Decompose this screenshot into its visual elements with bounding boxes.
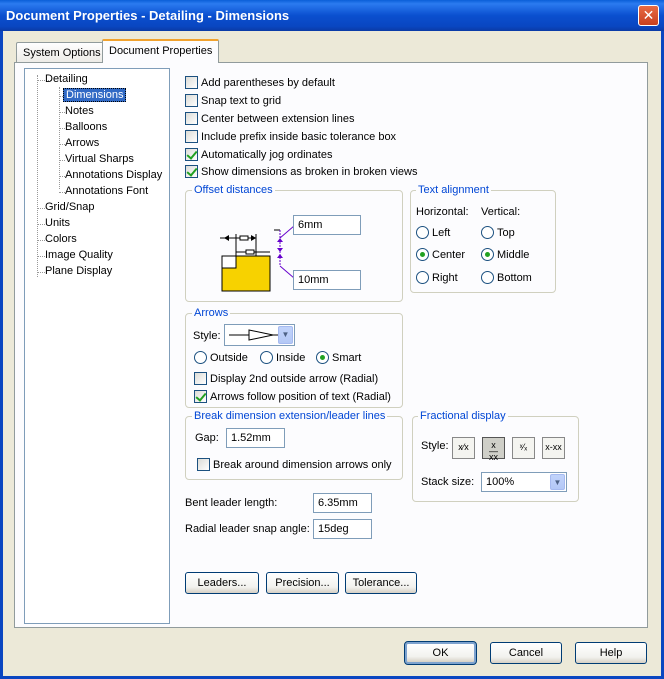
title-bar: Document Properties - Detailing - Dimens… bbox=[0, 0, 664, 31]
chevron-down-icon[interactable]: ▼ bbox=[278, 326, 293, 344]
tree-item-image-quality[interactable]: Image Quality bbox=[45, 249, 113, 261]
checkbox-box bbox=[185, 76, 198, 89]
arrows-follow-text-checkbox[interactable]: Arrows follow position of text (Radial) bbox=[194, 390, 391, 403]
checkbox-box bbox=[185, 148, 198, 161]
tree-item-arrows[interactable]: Arrows bbox=[65, 137, 99, 149]
fractional-display-title: Fractional display bbox=[418, 410, 508, 422]
auto-jog-checkbox[interactable]: Automatically jog ordinates bbox=[185, 148, 332, 161]
radial-snap-input[interactable]: 15deg bbox=[313, 519, 372, 539]
fraction-style-none-button[interactable]: x-xx bbox=[542, 437, 565, 459]
precision-button[interactable]: Precision... bbox=[266, 572, 339, 594]
bent-leader-input[interactable]: 6.35mm bbox=[313, 493, 372, 513]
fraction-style-label: Style: bbox=[421, 440, 449, 452]
checkbox-box bbox=[185, 94, 198, 107]
align-right-radio[interactable]: Right bbox=[416, 271, 458, 284]
break-around-arrows-checkbox[interactable]: Break around dimension arrows only bbox=[197, 458, 392, 471]
help-button[interactable]: Help bbox=[575, 642, 647, 664]
valign-bottom-radio[interactable]: Bottom bbox=[481, 271, 532, 284]
leaders-button[interactable]: Leaders... bbox=[185, 572, 259, 594]
show-broken-checkbox[interactable]: Show dimensions as broken in broken view… bbox=[185, 165, 417, 178]
arrow-style-combo[interactable]: ▼ bbox=[224, 324, 295, 346]
window-title: Document Properties - Detailing - Dimens… bbox=[6, 8, 290, 23]
align-center-radio[interactable]: Center bbox=[416, 248, 465, 261]
tree-item-balloons[interactable]: Balloons bbox=[65, 121, 107, 133]
stack-size-label: Stack size: bbox=[421, 476, 475, 488]
close-icon: ✕ bbox=[642, 7, 655, 23]
tree-item-detailing[interactable]: Detailing bbox=[45, 73, 88, 85]
radio-circle bbox=[416, 226, 429, 239]
radial-snap-label: Radial leader snap angle: bbox=[185, 523, 310, 535]
checkbox-box bbox=[185, 130, 198, 143]
arrow-style-label: Style: bbox=[193, 330, 221, 342]
radio-circle bbox=[416, 248, 429, 261]
stack-size-value: 100% bbox=[486, 476, 515, 488]
radio-circle bbox=[316, 351, 329, 364]
tolerance-button[interactable]: Tolerance... bbox=[345, 572, 417, 594]
tree-item-virtual-sharps[interactable]: Virtual Sharps bbox=[65, 153, 134, 165]
fraction-style-diagonal-button[interactable]: ˣ⁄ₓ bbox=[512, 437, 535, 459]
radio-circle bbox=[194, 351, 207, 364]
align-left-radio[interactable]: Left bbox=[416, 226, 450, 239]
tab-system-options[interactable]: System Options bbox=[16, 42, 108, 63]
radio-circle bbox=[260, 351, 273, 364]
tree-item-notes[interactable]: Notes bbox=[65, 105, 94, 117]
radio-circle bbox=[481, 248, 494, 261]
checkbox-box bbox=[185, 165, 198, 178]
tree-item-plane-display[interactable]: Plane Display bbox=[45, 265, 112, 277]
add-parentheses-checkbox[interactable]: Add parentheses by default bbox=[185, 76, 335, 89]
tree-item-units[interactable]: Units bbox=[45, 217, 70, 229]
stack-size-select[interactable]: 100% ▼ bbox=[481, 472, 567, 492]
offset-top-input[interactable]: 6mm bbox=[293, 215, 361, 235]
include-prefix-checkbox[interactable]: Include prefix inside basic tolerance bo… bbox=[185, 130, 396, 143]
vertical-label: Vertical: bbox=[481, 206, 521, 218]
display-2nd-arrow-checkbox[interactable]: Display 2nd outside arrow (Radial) bbox=[194, 372, 378, 385]
close-button[interactable]: ✕ bbox=[638, 5, 659, 26]
arrows-title: Arrows bbox=[192, 307, 231, 319]
arrow-outside-radio[interactable]: Outside bbox=[194, 351, 248, 364]
fraction-stacked-icon: x — xx bbox=[489, 440, 498, 462]
offset-diagram bbox=[220, 225, 294, 292]
gap-input[interactable]: 1.52mm bbox=[226, 428, 285, 448]
checkbox-box bbox=[194, 372, 207, 385]
tree-item-annotations-font[interactable]: Annotations Font bbox=[65, 185, 148, 197]
radio-circle bbox=[481, 271, 494, 284]
tree-item-colors[interactable]: Colors bbox=[45, 233, 77, 245]
options-tree[interactable]: Detailing Dimensions Notes Balloons Arro… bbox=[24, 68, 170, 624]
fraction-slash-icon: x⁄x bbox=[458, 442, 469, 452]
tab-label: Document Properties bbox=[109, 45, 213, 57]
arrow-smart-radio[interactable]: Smart bbox=[316, 351, 361, 364]
checkbox-box bbox=[197, 458, 210, 471]
fraction-none-icon: x-xx bbox=[545, 442, 562, 452]
break-dimension-title: Break dimension extension/leader lines bbox=[192, 410, 388, 422]
arrow-inside-radio[interactable]: Inside bbox=[260, 351, 305, 364]
horizontal-label: Horizontal: bbox=[416, 206, 469, 218]
tab-document-properties[interactable]: Document Properties bbox=[102, 39, 220, 63]
tree-item-grid-snap[interactable]: Grid/Snap bbox=[45, 201, 95, 213]
chevron-down-icon[interactable]: ▼ bbox=[550, 474, 565, 490]
tree-item-dimensions[interactable]: Dimensions bbox=[63, 88, 127, 102]
tab-label: System Options bbox=[23, 47, 101, 59]
text-alignment-title: Text alignment bbox=[416, 184, 491, 196]
fraction-diagonal-icon: ˣ⁄ₓ bbox=[519, 442, 528, 452]
tree-item-annotations-display[interactable]: Annotations Display bbox=[65, 169, 162, 181]
snap-text-checkbox[interactable]: Snap text to grid bbox=[185, 94, 281, 107]
offset-bottom-input[interactable]: 10mm bbox=[293, 270, 361, 290]
arrow-style-icon bbox=[229, 329, 279, 341]
checkbox-box bbox=[185, 112, 198, 125]
valign-top-radio[interactable]: Top bbox=[481, 226, 515, 239]
radio-circle bbox=[416, 271, 429, 284]
bent-leader-label: Bent leader length: bbox=[185, 497, 278, 509]
gap-label: Gap: bbox=[195, 432, 219, 444]
fraction-style-stacked-button[interactable]: x — xx bbox=[482, 437, 505, 462]
valign-middle-radio[interactable]: Middle bbox=[481, 248, 529, 261]
center-extension-checkbox[interactable]: Center between extension lines bbox=[185, 112, 354, 125]
radio-circle bbox=[481, 226, 494, 239]
fraction-style-slash-button[interactable]: x⁄x bbox=[452, 437, 475, 459]
offset-distances-title: Offset distances bbox=[192, 184, 275, 196]
cancel-button[interactable]: Cancel bbox=[490, 642, 562, 664]
ok-button[interactable]: OK bbox=[404, 641, 477, 665]
checkbox-box bbox=[194, 390, 207, 403]
